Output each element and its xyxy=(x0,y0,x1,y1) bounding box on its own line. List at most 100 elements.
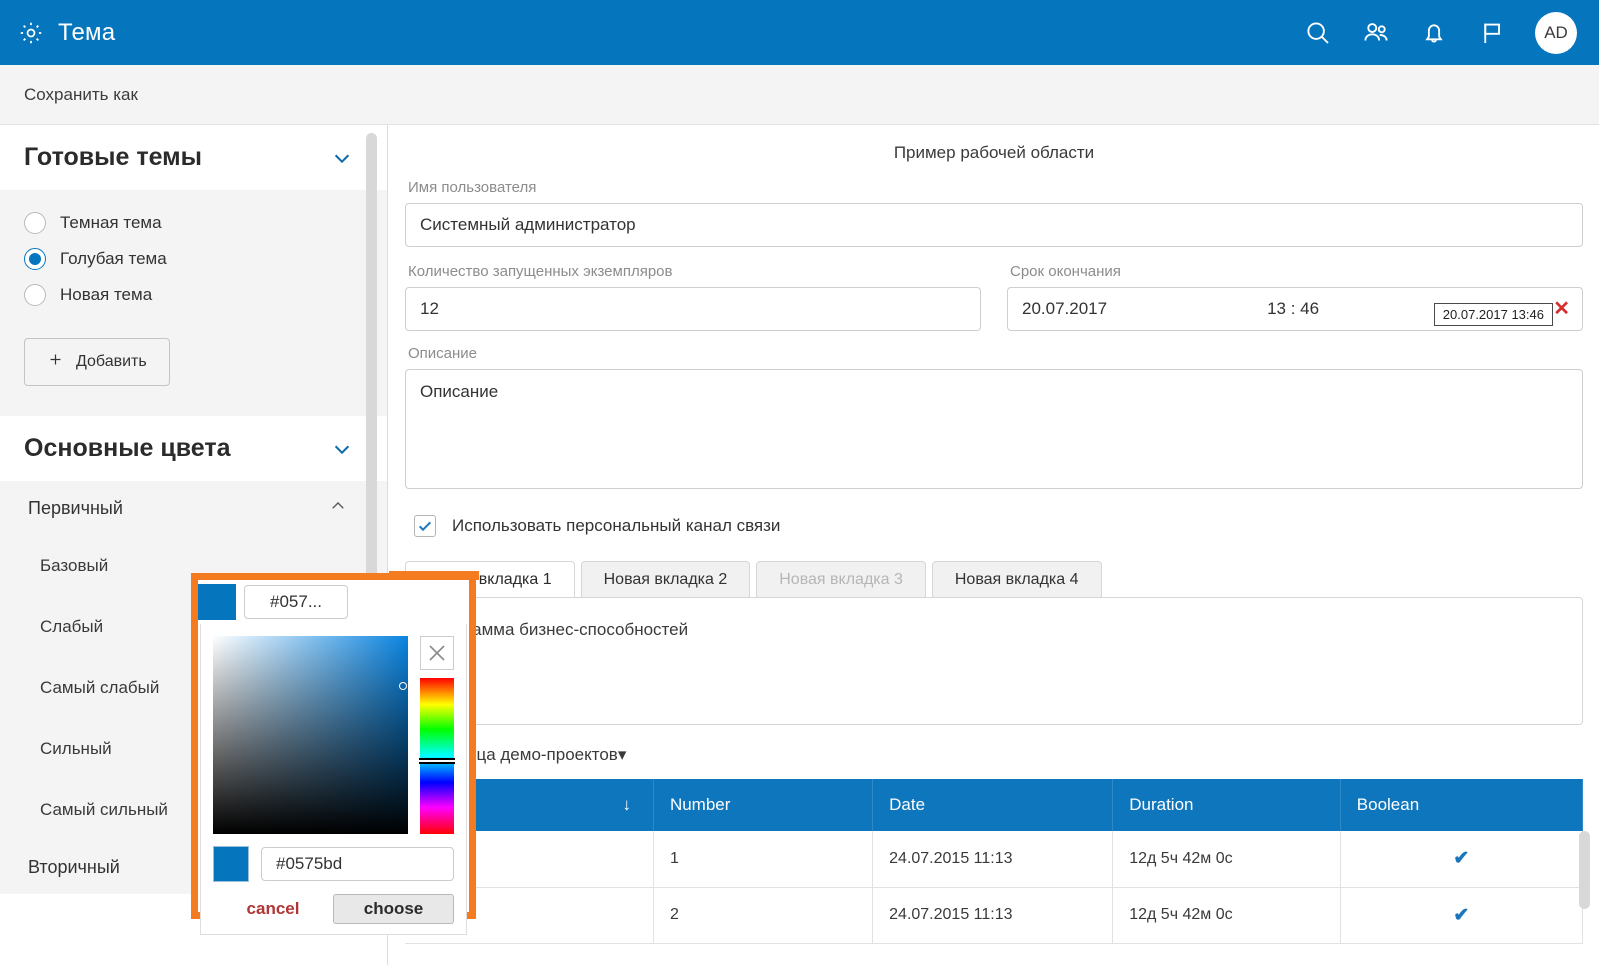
app-root: Тема AD Сохранить как Готовые темы Темна… xyxy=(0,0,1599,965)
color-swatch-small[interactable] xyxy=(198,584,236,620)
table-head: ↓ Number Date Duration Boolean xyxy=(405,779,1584,831)
chevron-down-icon[interactable] xyxy=(331,147,353,169)
top-bar-right: AD xyxy=(1303,11,1599,54)
app-title: Тема xyxy=(58,18,116,46)
add-theme-button[interactable]: Добавить xyxy=(24,338,170,386)
save-as-menu-item[interactable]: Сохранить как xyxy=(0,85,138,105)
theme-option-dark[interactable]: Темная тема xyxy=(24,212,363,234)
checkbox-personal-channel[interactable] xyxy=(414,515,436,537)
tab-content-panel: Диаграмма бизнес-способностей xyxy=(405,597,1583,725)
color-name: Базовый xyxy=(40,555,109,575)
group-label: Вторичный xyxy=(28,856,120,877)
instances-field: Количество запущенных экземпляров 12 xyxy=(405,257,981,331)
checkbox-label: Использовать персональный канал связи xyxy=(452,516,781,535)
radio-label: Новая тема xyxy=(60,285,153,304)
arrow-down-icon[interactable]: ↓ xyxy=(622,795,631,814)
choose-button[interactable]: choose xyxy=(333,894,454,924)
color-picker-actions: cancel choose xyxy=(213,894,454,924)
hue-slider[interactable] xyxy=(419,678,455,834)
column-header-duration[interactable]: Duration xyxy=(1112,779,1341,831)
demo-projects-dropdown[interactable]: Таблица демо-проектов▾ xyxy=(429,745,1599,765)
column-header-number[interactable]: Number xyxy=(653,779,874,831)
instances-label: Количество запущенных экземпляров xyxy=(408,263,673,280)
column-header-boolean[interactable]: Boolean xyxy=(1340,779,1584,831)
cell-duration: 12д 5ч 42м 0с xyxy=(1112,831,1341,888)
cell-boolean: ✔ xyxy=(1340,831,1584,888)
username-label: Имя пользователя xyxy=(408,179,537,196)
cell-number: 1 xyxy=(653,831,874,888)
column-header-date[interactable]: Date xyxy=(872,779,1114,831)
username-input[interactable]: Системный администратор xyxy=(405,203,1583,247)
top-bar: Тема AD xyxy=(0,0,1599,65)
search-icon[interactable] xyxy=(1303,18,1333,48)
tab-bar: Новая вкладка 1 Новая вкладка 2 Новая вк… xyxy=(405,561,1599,597)
instances-input[interactable]: 12 xyxy=(405,287,981,331)
cell-duration: 12д 5ч 42м 0с xyxy=(1112,887,1341,944)
table-row[interactable]: Текст 1 2 24.07.2015 11:13 12д 5ч 42м 0с… xyxy=(405,887,1584,944)
add-theme-label: Добавить xyxy=(76,353,147,370)
section-header-ready-themes[interactable]: Готовые темы xyxy=(0,125,387,190)
deadline-time-value: 13 : 46 xyxy=(1267,299,1320,318)
people-icon[interactable] xyxy=(1361,18,1391,48)
table-scrollbar[interactable] xyxy=(1579,831,1590,909)
description-label: Описание xyxy=(408,345,478,362)
deadline-field: Срок окончания 20.07.2017 13 : 46 ✕ 20.0… xyxy=(1007,257,1583,331)
avatar[interactable]: AD xyxy=(1535,11,1577,54)
color-picker-body: #0575bd cancel choose xyxy=(200,624,467,935)
saturation-value-area[interactable] xyxy=(213,636,408,834)
demo-table-wrapper: ↓ Number Date Duration Boolean 1 24.07.2… xyxy=(405,779,1590,944)
section-header-main-colors[interactable]: Основные цвета xyxy=(0,416,387,481)
group-primary[interactable]: Первичный xyxy=(0,481,387,535)
table-header-row: ↓ Number Date Duration Boolean xyxy=(405,779,1584,831)
tab-3: Новая вкладка 3 xyxy=(756,561,926,597)
radio-label: Голубая тема xyxy=(60,249,167,268)
ready-themes-body: Темная тема Голубая тема Новая тема Доба… xyxy=(0,190,387,416)
cancel-button[interactable]: cancel xyxy=(213,899,333,919)
section-title: Основные цвета xyxy=(24,434,231,462)
radio-label: Темная тема xyxy=(60,213,162,232)
color-name: Сильный xyxy=(40,738,112,758)
table-row[interactable]: 1 24.07.2015 11:13 12д 5ч 42м 0с ✔ xyxy=(405,831,1584,888)
color-picker-popup: #057... #0575bd cancel choose xyxy=(191,573,476,935)
theme-option-new[interactable]: Новая тема xyxy=(24,284,363,306)
main-content: Пример рабочей области Имя пользователя … xyxy=(389,125,1599,965)
radio-blue[interactable] xyxy=(24,248,46,270)
radio-new[interactable] xyxy=(24,284,46,306)
deadline-label: Срок окончания xyxy=(1010,263,1121,280)
chevron-up-icon[interactable] xyxy=(329,497,347,519)
gear-icon[interactable] xyxy=(18,20,44,46)
tab-4[interactable]: Новая вкладка 4 xyxy=(931,561,1102,597)
bell-icon[interactable] xyxy=(1419,18,1449,48)
plus-icon xyxy=(47,351,64,373)
cell-date: 24.07.2015 11:13 xyxy=(872,887,1114,944)
color-swatch-large xyxy=(213,846,249,882)
radio-dark[interactable] xyxy=(24,212,46,234)
top-bar-left: Тема xyxy=(0,19,115,47)
tab-2[interactable]: Новая вкладка 2 xyxy=(580,561,751,597)
row-instances-deadline: Количество запущенных экземпляров 12 Сро… xyxy=(405,257,1583,331)
deadline-date-value: 20.07.2017 xyxy=(1022,299,1108,318)
section-title: Готовые темы xyxy=(24,143,202,171)
hex-full-input[interactable]: #0575bd xyxy=(261,847,454,881)
cell-number: 2 xyxy=(653,887,874,944)
theme-option-blue[interactable]: Голубая тема xyxy=(24,248,363,270)
personal-channel-checkbox-row[interactable]: Использовать персональный канал связи xyxy=(414,515,1583,537)
group-label: Первичный xyxy=(28,497,123,518)
color-picker-top: #057... xyxy=(198,580,469,624)
chevron-down-icon[interactable] xyxy=(331,438,353,460)
sidebar-scrollbar[interactable] xyxy=(366,133,377,588)
color-name: Слабый xyxy=(40,616,104,636)
cell-boolean: ✔ xyxy=(1340,887,1584,944)
hex-short-input[interactable]: #057... xyxy=(244,585,348,619)
hue-slider-handle[interactable] xyxy=(419,758,455,764)
sub-bar: Сохранить как xyxy=(0,65,1599,125)
saturation-handle[interactable] xyxy=(399,682,407,690)
description-textarea[interactable]: Описание xyxy=(405,369,1583,489)
saturation-row xyxy=(213,636,455,834)
color-name: Самый слабый xyxy=(40,677,160,697)
chevron-down-icon[interactable]: ▾ xyxy=(618,745,627,764)
close-icon[interactable]: ✕ xyxy=(1553,299,1570,319)
close-icon[interactable] xyxy=(420,636,454,670)
table-body: 1 24.07.2015 11:13 12д 5ч 42м 0с ✔ Текст… xyxy=(405,831,1584,944)
flag-icon[interactable] xyxy=(1477,18,1507,48)
